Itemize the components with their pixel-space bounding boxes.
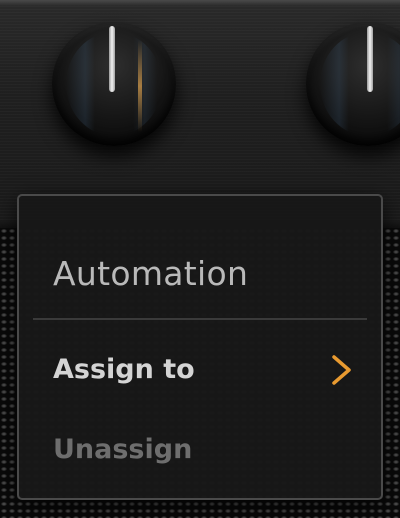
- panel-rim: [0, 0, 400, 6]
- knob-pointer: [367, 26, 373, 92]
- menu-item-label: Assign to: [53, 354, 195, 385]
- knob-left[interactable]: [52, 22, 176, 146]
- menu-item-label: Unassign: [53, 434, 193, 465]
- knob-glint: [138, 40, 142, 132]
- chevron-right-icon: [332, 355, 351, 385]
- menu-item-assign-to[interactable]: Assign to: [19, 338, 381, 402]
- menu-item-unassign[interactable]: Unassign: [19, 418, 381, 482]
- plugin-window: Automation Assign to Unassign: [0, 0, 400, 518]
- knob-pointer: [109, 26, 115, 92]
- menu-divider: [33, 318, 367, 320]
- context-menu: Automation Assign to Unassign: [17, 194, 383, 500]
- menu-title: Automation: [53, 254, 249, 293]
